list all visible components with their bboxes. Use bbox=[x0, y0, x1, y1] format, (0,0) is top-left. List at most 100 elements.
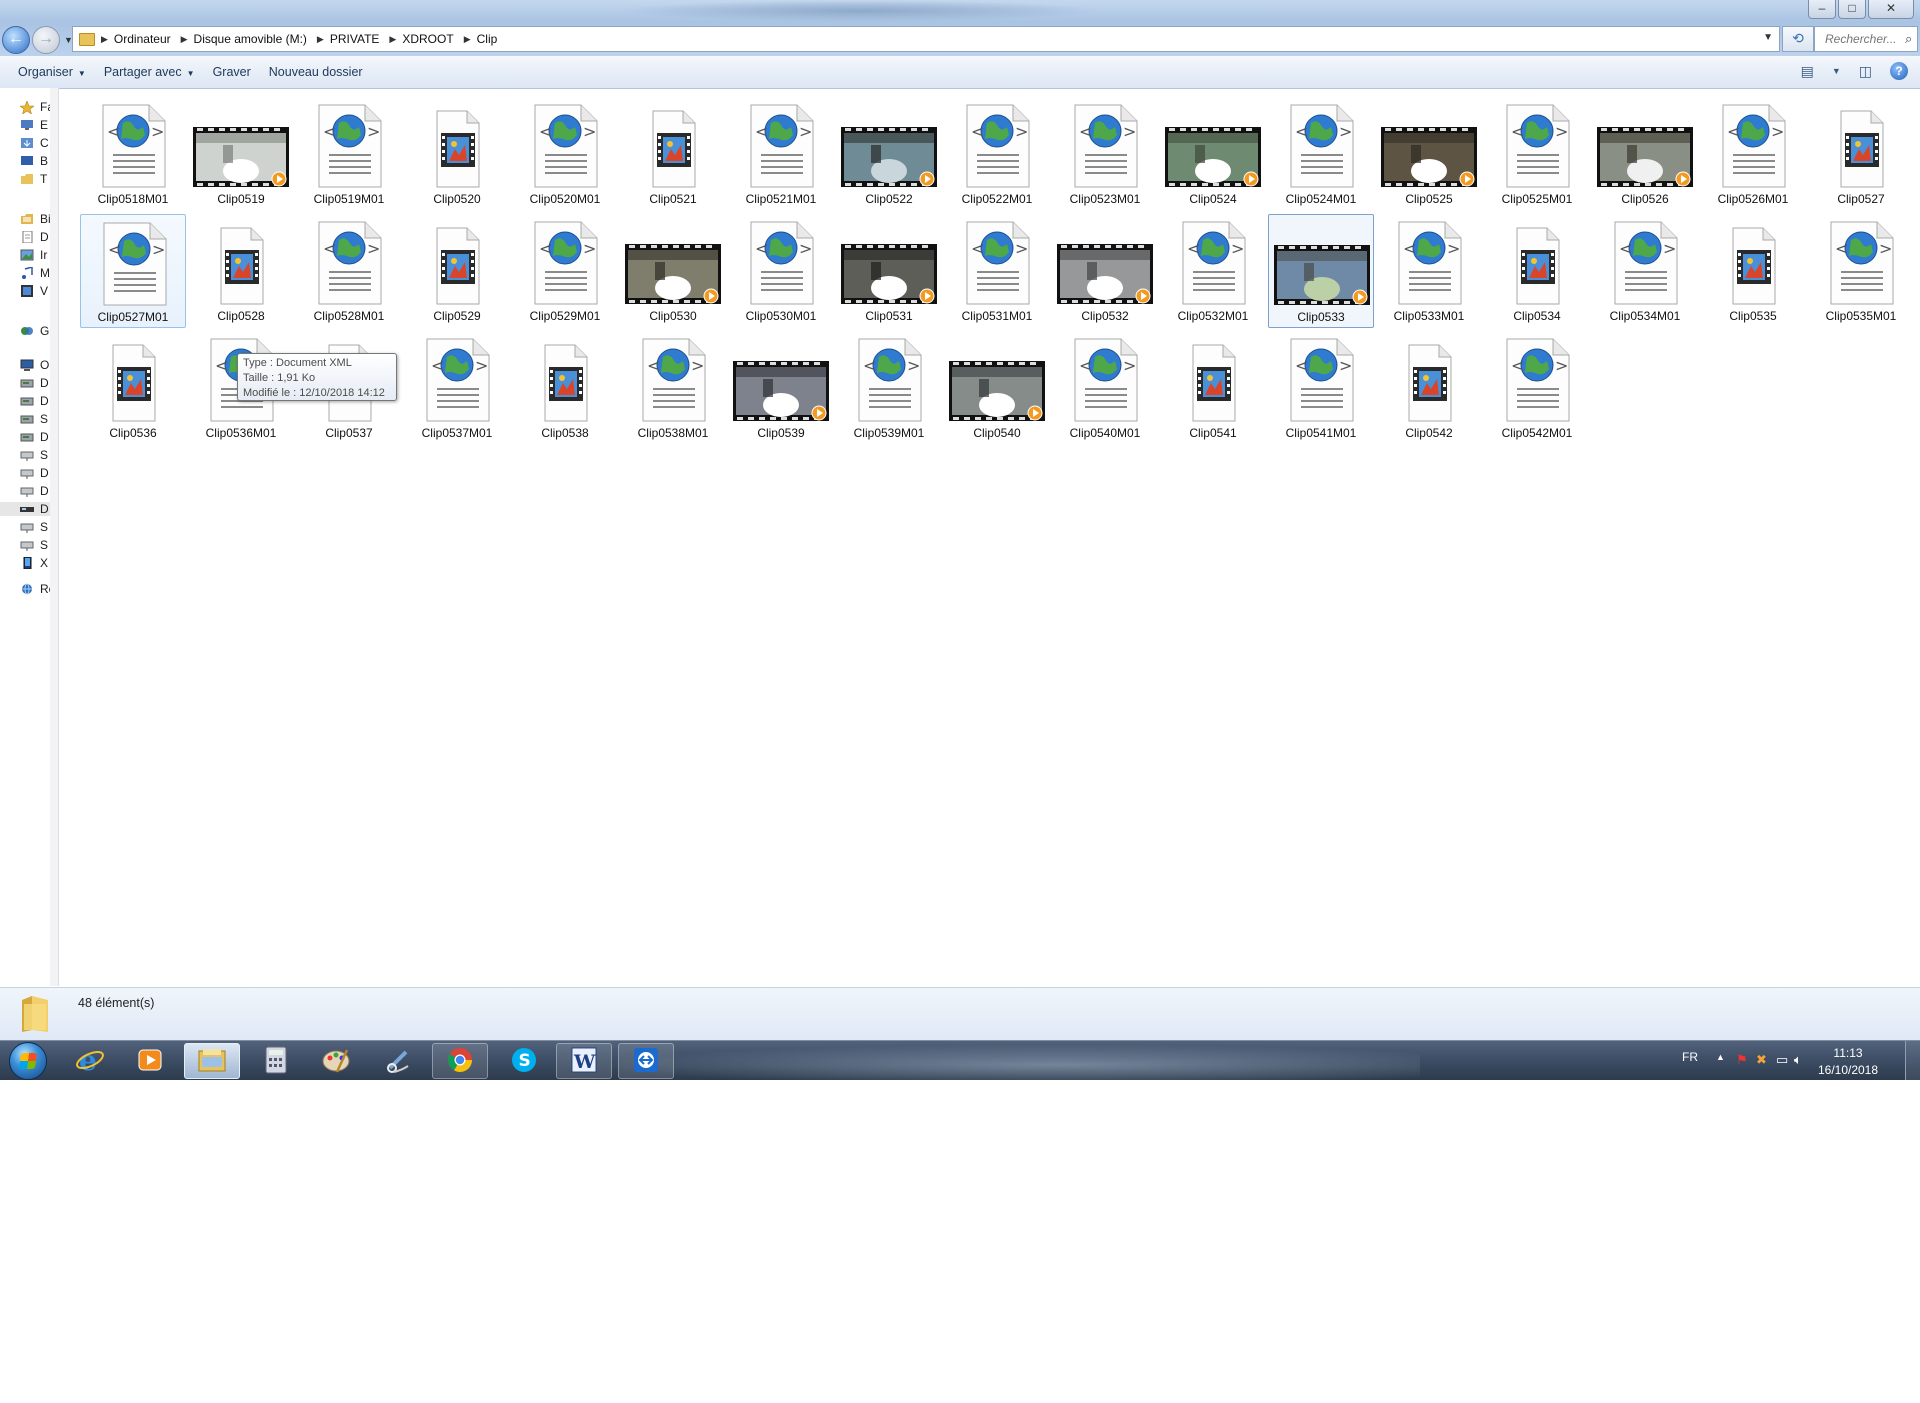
file-item[interactable]: < > Clip0534M01 bbox=[1592, 214, 1698, 328]
share-with-button[interactable]: Partager avec ▼ bbox=[104, 65, 195, 79]
file-item[interactable]: Clip0533 bbox=[1268, 214, 1374, 328]
file-item[interactable]: < > Clip0521M01 bbox=[728, 97, 834, 211]
file-item[interactable]: Clip0536 bbox=[80, 331, 186, 445]
address-bar[interactable]: ▶ Ordinateur ▶ Disque amovible (M:) ▶ PR… bbox=[72, 26, 1780, 52]
nav-item[interactable]: M bbox=[20, 266, 50, 280]
file-item[interactable]: Clip0527 bbox=[1808, 97, 1914, 211]
file-item[interactable]: < > Clip0540M01 bbox=[1052, 331, 1158, 445]
file-item[interactable]: < > Clip0524M01 bbox=[1268, 97, 1374, 211]
volume-icon[interactable]: 🔈︎ bbox=[1794, 1052, 1802, 1068]
file-item[interactable]: Clip0541 bbox=[1160, 331, 1266, 445]
file-item[interactable]: < > Clip0527M01 bbox=[80, 214, 186, 328]
breadcrumb-xdroot[interactable]: XDROOT bbox=[402, 32, 453, 46]
maximize-button[interactable]: □ bbox=[1838, 0, 1866, 19]
organize-button[interactable]: Organiser ▼ bbox=[18, 65, 86, 79]
file-item[interactable]: Clip0524 bbox=[1160, 97, 1266, 211]
nav-item[interactable]: D bbox=[20, 376, 49, 390]
chevron-right-icon[interactable]: ▶ bbox=[389, 34, 396, 45]
file-item[interactable]: < > Clip0523M01 bbox=[1052, 97, 1158, 211]
file-item[interactable]: < > Clip0531M01 bbox=[944, 214, 1050, 328]
preview-pane-icon[interactable]: ◫ bbox=[1859, 63, 1872, 80]
nav-item[interactable]: S bbox=[20, 538, 48, 552]
nav-item[interactable]: D bbox=[20, 430, 49, 444]
back-button[interactable]: ← bbox=[2, 26, 30, 54]
nav-item[interactable]: S bbox=[20, 412, 48, 426]
search-icon[interactable]: ⌕ bbox=[1905, 31, 1912, 47]
file-item[interactable]: Clip0542 bbox=[1376, 331, 1482, 445]
nav-item[interactable]: Ir bbox=[20, 248, 47, 262]
nav-pane-scrollbar[interactable] bbox=[50, 88, 58, 986]
file-item[interactable]: Clip0530 bbox=[620, 214, 726, 328]
nav-item[interactable]: C bbox=[20, 136, 49, 150]
file-item[interactable]: Clip0538 bbox=[512, 331, 618, 445]
file-item[interactable]: Clip0534 bbox=[1484, 214, 1590, 328]
file-item[interactable]: Clip0520 bbox=[404, 97, 510, 211]
file-item[interactable]: < > Clip0542M01 bbox=[1484, 331, 1590, 445]
file-item[interactable]: < > Clip0519M01 bbox=[296, 97, 402, 211]
taskbar-app-button[interactable]: S bbox=[496, 1043, 552, 1079]
nav-item[interactable]: V bbox=[20, 284, 48, 298]
file-item[interactable]: Clip0540 bbox=[944, 331, 1050, 445]
taskbar-app-button[interactable] bbox=[308, 1043, 364, 1079]
taskbar-app-button[interactable]: e bbox=[62, 1043, 118, 1079]
nav-item[interactable]: D bbox=[20, 466, 49, 480]
chevron-right-icon[interactable]: ▶ bbox=[101, 34, 108, 45]
nav-item[interactable]: S bbox=[20, 448, 48, 462]
taskbar-app-button[interactable] bbox=[370, 1043, 426, 1079]
minimize-button[interactable]: ‒ bbox=[1808, 0, 1836, 19]
chevron-right-icon[interactable]: ▶ bbox=[464, 34, 471, 45]
change-view-icon[interactable]: ▤ bbox=[1801, 63, 1814, 80]
file-item[interactable]: < > Clip0539M01 bbox=[836, 331, 942, 445]
file-item[interactable]: Clip0528 bbox=[188, 214, 294, 328]
new-folder-button[interactable]: Nouveau dossier bbox=[269, 65, 363, 79]
nav-item[interactable]: E bbox=[20, 118, 48, 132]
taskbar-app-button[interactable] bbox=[184, 1043, 240, 1079]
file-item[interactable]: < > Clip0537M01 bbox=[404, 331, 510, 445]
file-item[interactable]: < > Clip0522M01 bbox=[944, 97, 1050, 211]
chevron-right-icon[interactable]: ▶ bbox=[181, 34, 188, 45]
nav-item[interactable]: D bbox=[20, 394, 49, 408]
file-item[interactable]: < > Clip0525M01 bbox=[1484, 97, 1590, 211]
nav-item[interactable]: D bbox=[20, 230, 49, 244]
action-center-flag-icon[interactable]: ⚑ bbox=[1736, 1052, 1748, 1068]
help-icon[interactable]: ? bbox=[1890, 62, 1908, 80]
file-item[interactable]: < > Clip0528M01 bbox=[296, 214, 402, 328]
language-indicator[interactable]: FR bbox=[1682, 1050, 1698, 1064]
breadcrumb-removable-disk[interactable]: Disque amovible (M:) bbox=[194, 32, 307, 46]
file-item[interactable]: < > Clip0538M01 bbox=[620, 331, 726, 445]
file-item[interactable]: < > Clip0535M01 bbox=[1808, 214, 1914, 328]
show-hidden-icons-icon[interactable]: ▲ bbox=[1716, 1052, 1725, 1062]
file-item[interactable]: Clip0525 bbox=[1376, 97, 1482, 211]
file-item[interactable]: Clip0519 bbox=[188, 97, 294, 211]
breadcrumb-private[interactable]: PRIVATE bbox=[330, 32, 380, 46]
view-options-dropdown-icon[interactable]: ▼ bbox=[1832, 66, 1841, 76]
taskbar-app-button[interactable]: W bbox=[556, 1043, 612, 1079]
file-item[interactable]: < > Clip0530M01 bbox=[728, 214, 834, 328]
nav-item[interactable]: T bbox=[20, 172, 47, 186]
nav-item[interactable]: B bbox=[20, 154, 48, 168]
forward-button[interactable]: → bbox=[32, 26, 60, 54]
burn-button[interactable]: Graver bbox=[213, 65, 251, 79]
show-desktop-button[interactable] bbox=[1905, 1041, 1920, 1080]
clock[interactable]: 11:13 16/10/2018 bbox=[1808, 1045, 1888, 1079]
refresh-button[interactable]: ⟲ bbox=[1782, 26, 1814, 52]
search-box[interactable]: ⌕ bbox=[1814, 26, 1918, 52]
file-item[interactable]: < > Clip0532M01 bbox=[1160, 214, 1266, 328]
file-item[interactable]: Clip0532 bbox=[1052, 214, 1158, 328]
file-item[interactable]: < > Clip0518M01 bbox=[80, 97, 186, 211]
taskbar-app-button[interactable] bbox=[122, 1043, 178, 1079]
file-item[interactable]: Clip0521 bbox=[620, 97, 726, 211]
taskbar-app-button[interactable] bbox=[248, 1043, 304, 1079]
file-item[interactable]: Clip0522 bbox=[836, 97, 942, 211]
breadcrumb-computer[interactable]: Ordinateur bbox=[114, 32, 171, 46]
file-item[interactable]: Clip0526 bbox=[1592, 97, 1698, 211]
file-item[interactable]: < > Clip0526M01 bbox=[1700, 97, 1806, 211]
address-history-dropdown-icon[interactable]: ▼ bbox=[1763, 32, 1773, 43]
file-item[interactable]: < > Clip0529M01 bbox=[512, 214, 618, 328]
taskbar-app-button[interactable] bbox=[432, 1043, 488, 1079]
file-item[interactable]: Clip0531 bbox=[836, 214, 942, 328]
nav-item[interactable]: D bbox=[20, 484, 49, 498]
chevron-right-icon[interactable]: ▶ bbox=[317, 34, 324, 45]
start-button[interactable] bbox=[2, 1042, 54, 1080]
file-item[interactable]: < > Clip0533M01 bbox=[1376, 214, 1482, 328]
